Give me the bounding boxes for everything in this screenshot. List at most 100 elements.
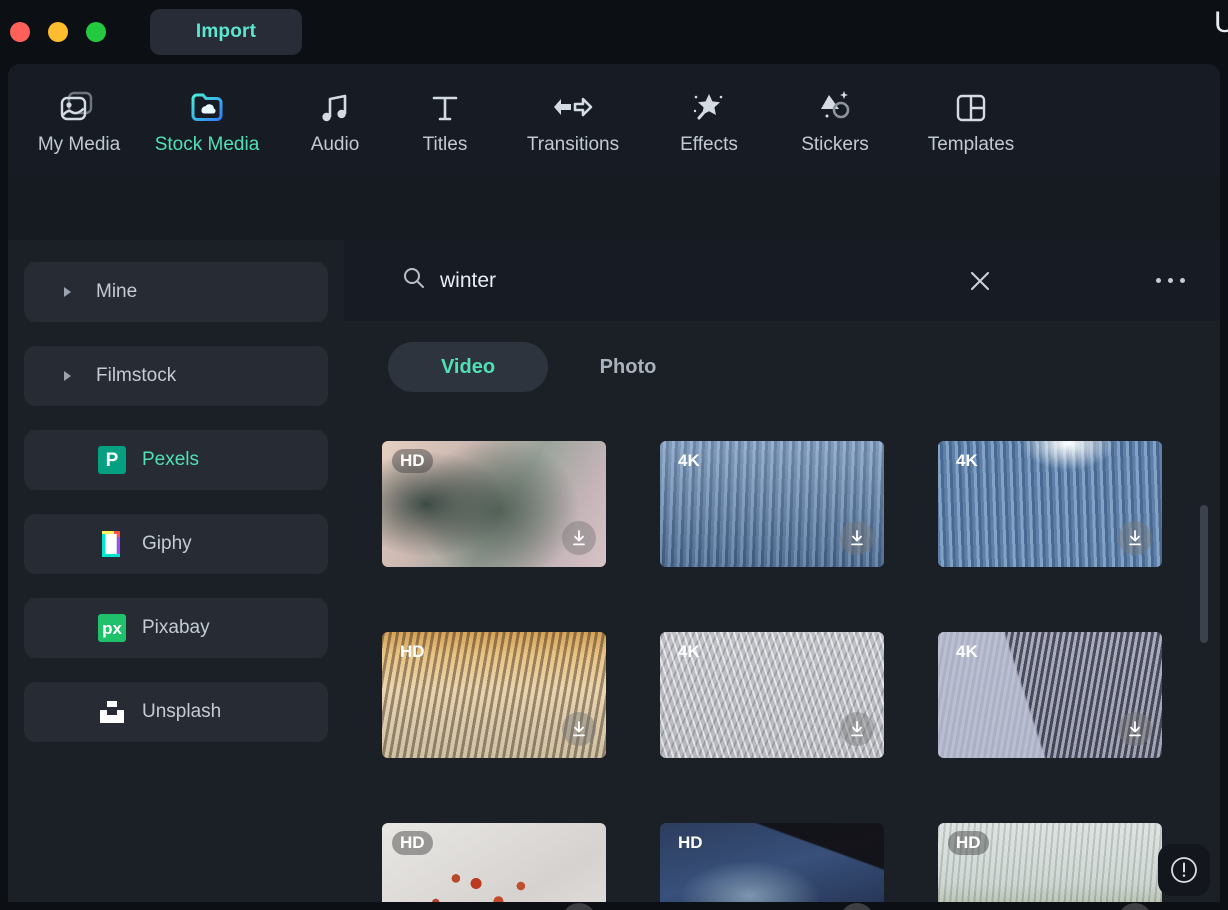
media-card[interactable]: HD — [382, 632, 606, 758]
download-button[interactable] — [562, 712, 596, 746]
unsplash-logo-icon — [98, 698, 126, 726]
results-scrollbar[interactable] — [1200, 505, 1208, 643]
search-bar: winter — [344, 240, 1220, 321]
sidebar-item-mine[interactable]: Mine — [24, 262, 328, 322]
tab-photo[interactable]: Photo — [548, 342, 708, 392]
photo-stack-icon — [59, 85, 99, 125]
media-nav-bar: My Media Stock Media Audio Titles Transi… — [8, 64, 1220, 176]
media-card[interactable]: 4K — [660, 632, 884, 758]
tab-templates[interactable]: Templates — [898, 85, 1044, 156]
sidebar-item-label: Pexels — [142, 449, 200, 470]
app-window: Import U My Media Stock Media Audio Titl… — [0, 0, 1228, 910]
tab-label: Effects — [680, 133, 738, 155]
zoom-window-button[interactable] — [86, 22, 106, 42]
tab-video[interactable]: Video — [388, 342, 548, 392]
sidebar-item-label: Pixabay — [142, 617, 210, 638]
pexels-logo-icon: P — [98, 446, 126, 474]
main-panel: My Media Stock Media Audio Titles Transi… — [8, 64, 1220, 910]
clear-search-button[interactable] — [967, 268, 993, 294]
download-button[interactable] — [1118, 712, 1152, 746]
import-button[interactable]: Import — [150, 9, 302, 55]
download-icon — [1129, 530, 1141, 546]
media-card[interactable]: 4K — [660, 441, 884, 567]
sidebar-item-unsplash[interactable]: Unsplash — [24, 682, 328, 742]
tab-my-media[interactable]: My Media — [24, 85, 134, 156]
caret-right-icon — [64, 371, 71, 381]
more-options-button[interactable] — [1156, 278, 1185, 283]
quality-badge: HD — [948, 831, 989, 855]
quality-badge: 4K — [678, 642, 700, 661]
sidebar-item-pexels[interactable]: P Pexels — [24, 430, 328, 490]
tab-titles[interactable]: Titles — [390, 85, 500, 156]
transition-arrows-icon — [552, 85, 594, 125]
media-card[interactable]: 4K — [938, 441, 1162, 567]
tab-label: Titles — [422, 133, 468, 155]
edge-cut-letter: U — [1214, 6, 1228, 39]
tab-audio[interactable]: Audio — [280, 85, 390, 156]
results-row: HD 4K 4K — [382, 441, 1202, 567]
content-area: winter Video Photo HD 4K 4K HD 4K 4K HD … — [344, 240, 1220, 910]
results-panel: Video Photo HD 4K 4K HD 4K 4K HD HD HD — [344, 321, 1220, 910]
window-bottom-strip — [0, 902, 1228, 910]
download-icon — [851, 721, 863, 737]
download-icon — [1129, 721, 1141, 737]
quality-badge: HD — [400, 642, 425, 661]
caret-right-icon — [64, 287, 71, 297]
download-button[interactable] — [840, 521, 874, 555]
sidebar-item-filmstock[interactable]: Filmstock — [24, 346, 328, 406]
tab-label: Templates — [927, 133, 1015, 155]
search-input[interactable]: winter — [440, 269, 496, 293]
media-card[interactable]: HD — [382, 823, 606, 910]
tab-label: Stock Media — [154, 133, 260, 155]
download-icon — [573, 530, 585, 546]
tab-label: Transitions — [526, 133, 620, 155]
quality-badge: HD — [392, 449, 433, 473]
quality-badge: HD — [678, 833, 703, 852]
exclamation-circle-icon — [1171, 857, 1197, 883]
quality-badge: 4K — [678, 451, 700, 470]
media-card[interactable]: HD — [660, 823, 884, 910]
download-button[interactable] — [840, 712, 874, 746]
quality-badge: 4K — [956, 642, 978, 661]
quality-badge: 4K — [956, 451, 978, 470]
media-type-tabs: Video Photo — [388, 342, 708, 392]
tab-label: My Media — [37, 133, 121, 155]
close-window-button[interactable] — [10, 22, 30, 42]
tab-stock-media[interactable]: Stock Media — [134, 85, 280, 156]
sidebar-item-label: Unsplash — [142, 701, 222, 722]
search-icon — [402, 266, 426, 295]
tab-stickers[interactable]: Stickers — [772, 85, 898, 156]
more-horizontal-icon — [1156, 278, 1161, 283]
download-button[interactable] — [1118, 521, 1152, 555]
sources-sidebar: Mine Filmstock P Pexels Giphy px Pixabay… — [8, 240, 344, 910]
results-row: HD 4K 4K — [382, 632, 1202, 758]
media-card[interactable]: HD — [938, 823, 1162, 910]
results-grid: HD 4K 4K HD 4K 4K HD HD HD — [382, 441, 1202, 910]
layout-grid-icon — [954, 85, 988, 125]
minimize-window-button[interactable] — [48, 22, 68, 42]
tab-effects[interactable]: Effects — [646, 85, 772, 156]
info-button[interactable] — [1158, 844, 1210, 896]
giphy-logo-icon — [98, 530, 126, 558]
download-button[interactable] — [562, 521, 596, 555]
sidebar-item-giphy[interactable]: Giphy — [24, 514, 328, 574]
traffic-lights — [10, 22, 106, 42]
tab-transitions[interactable]: Transitions — [500, 85, 646, 156]
sidebar-item-label: Giphy — [142, 533, 192, 554]
media-card[interactable]: 4K — [938, 632, 1162, 758]
sidebar-item-pixabay[interactable]: px Pixabay — [24, 598, 328, 658]
sticker-shapes-icon — [815, 85, 855, 125]
sidebar-item-label: Mine — [96, 281, 138, 302]
tab-label: Audio — [310, 133, 360, 155]
pixabay-logo-icon: px — [98, 614, 126, 642]
tab-label: Stickers — [801, 133, 869, 155]
music-note-icon — [318, 85, 352, 125]
results-row: HD HD HD — [382, 823, 1202, 910]
download-icon — [851, 530, 863, 546]
media-card[interactable]: HD — [382, 441, 606, 567]
quality-badge: HD — [392, 831, 433, 855]
magic-wand-icon — [689, 85, 729, 125]
download-icon — [573, 721, 585, 737]
cloud-folder-icon — [187, 85, 227, 125]
text-t-icon — [428, 85, 462, 125]
